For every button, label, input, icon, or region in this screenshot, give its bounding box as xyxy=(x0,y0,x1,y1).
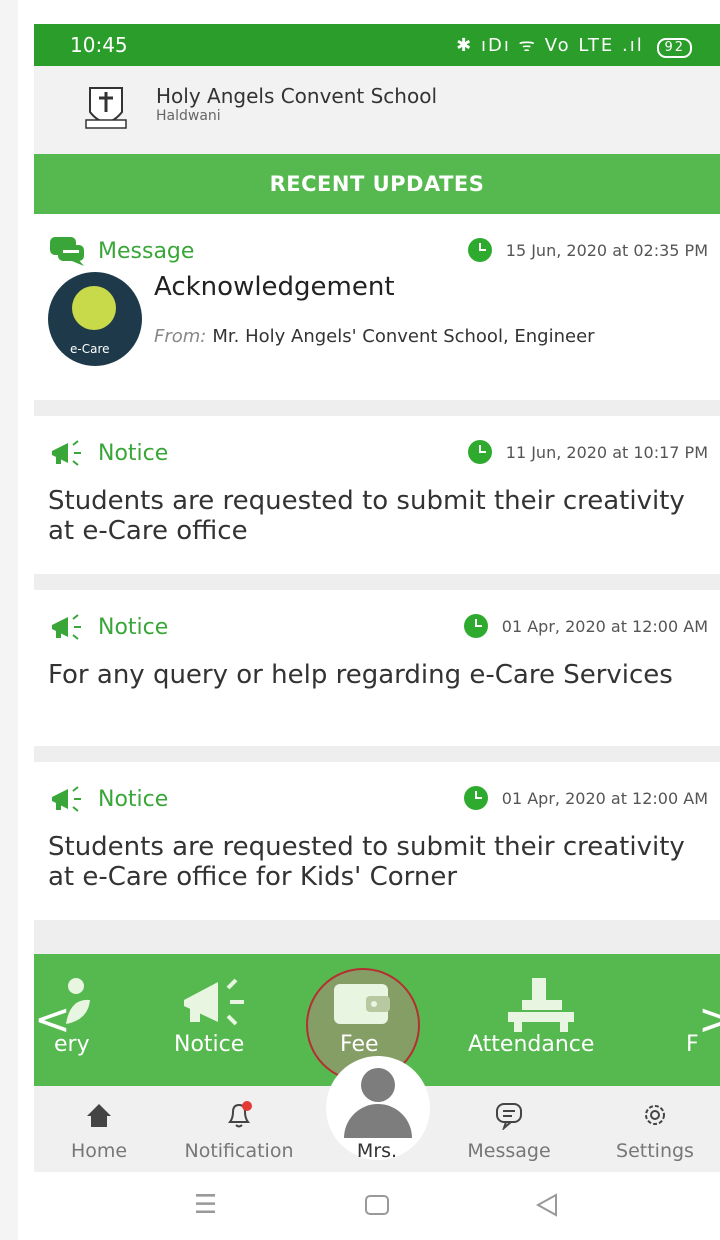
tab-label: Notification xyxy=(184,1140,294,1162)
ecare-logo-text: e-Care xyxy=(70,342,110,356)
menu-item-label: Notice xyxy=(174,1032,245,1057)
clock-icon xyxy=(463,786,488,810)
megaphone-icon xyxy=(52,786,81,812)
update-card-notice[interactable]: Notice 11 Jun, 2020 at 10:17 PM Students… xyxy=(34,416,720,574)
notice-text: For any query or help regarding e-Care S… xyxy=(48,660,673,690)
update-card-notice[interactable]: Notice 01 Apr, 2020 at 12:00 AM Students… xyxy=(34,762,720,920)
tab-label: Settings xyxy=(616,1140,694,1162)
tab-message[interactable]: Message xyxy=(444,1086,574,1172)
clock-icon xyxy=(467,238,492,262)
update-time: 01 Apr, 2020 at 12:00 AM xyxy=(463,786,708,810)
clock-icon xyxy=(463,614,488,638)
update-type: Notice xyxy=(48,782,168,816)
battery-icon: 92 xyxy=(657,38,692,58)
notice-text: Students are requested to submit their c… xyxy=(48,832,685,892)
menu-item-label: F xyxy=(686,1032,699,1057)
section-title: RECENT UPDATES xyxy=(34,154,720,214)
menu-item-label: ery xyxy=(54,1032,90,1057)
card-divider xyxy=(34,920,720,954)
menu-item-label: Attendance xyxy=(468,1032,595,1057)
update-datetime: 01 Apr, 2020 at 12:00 AM xyxy=(501,788,708,808)
megaphone-icon xyxy=(52,614,81,640)
bottom-tab-bar: Home Notification Mrs. Message Settings xyxy=(34,1056,720,1172)
update-type-label: Notice xyxy=(98,614,169,640)
update-time: 15 Jun, 2020 at 02:35 PM xyxy=(467,238,708,262)
tab-label: Message xyxy=(467,1140,551,1162)
phone-screen: 10:45 ✱ ıDı ᯤ Vo LTE .ıl 92 Holy Angels … xyxy=(0,0,720,1240)
school-name: Holy Angels Convent School xyxy=(156,84,438,108)
card-divider xyxy=(34,746,720,762)
update-time: 11 Jun, 2020 at 10:17 PM xyxy=(467,440,708,464)
bell-icon xyxy=(228,1101,252,1128)
school-crest-icon xyxy=(85,87,127,129)
update-type-label: Notice xyxy=(98,440,169,466)
tab-home[interactable]: Home xyxy=(34,1086,164,1172)
update-type-label: Notice xyxy=(98,786,169,812)
update-card-notice[interactable]: Notice 01 Apr, 2020 at 12:00 AM For any … xyxy=(34,590,720,746)
card-divider xyxy=(34,574,720,590)
recents-menu-icon[interactable]: ☰ xyxy=(194,1190,217,1220)
from-value: Mr. Holy Angels' Convent School, Enginee… xyxy=(212,326,595,347)
menu-item-label: Fee xyxy=(340,1032,379,1057)
update-datetime: 01 Apr, 2020 at 12:00 AM xyxy=(501,616,708,636)
ecare-logo: e-Care xyxy=(48,272,142,366)
gear-icon xyxy=(645,1105,665,1125)
notice-text: Students are requested to submit their c… xyxy=(48,486,685,546)
home-square-icon[interactable] xyxy=(364,1194,390,1216)
tab-settings[interactable]: Settings xyxy=(590,1086,720,1172)
menu-right-arrow[interactable]: > xyxy=(698,994,720,1045)
message-icon xyxy=(50,237,84,266)
status-time: 10:45 xyxy=(70,33,128,57)
update-datetime: 11 Jun, 2020 at 10:17 PM xyxy=(505,442,708,462)
system-nav-bar: ☰ xyxy=(34,1172,720,1240)
wallet-icon xyxy=(334,984,390,1024)
screen-edge xyxy=(0,0,18,1240)
update-type: Notice xyxy=(48,436,168,470)
status-icons: ✱ ıDı ᯤ Vo LTE .ıl 92 xyxy=(456,33,692,58)
tab-label: Home xyxy=(70,1140,128,1162)
update-type: Message xyxy=(48,234,194,268)
back-triangle-icon[interactable] xyxy=(534,1192,560,1218)
chat-icon xyxy=(496,1103,522,1130)
home-icon xyxy=(87,1104,111,1127)
status-bar: 10:45 ✱ ıDı ᯤ Vo LTE .ıl 92 xyxy=(34,24,720,66)
update-type-label: Message xyxy=(98,238,195,264)
school-header: Holy Angels Convent School Haldwani xyxy=(34,66,720,154)
card-divider xyxy=(34,400,720,416)
school-city: Haldwani xyxy=(156,108,221,124)
tab-profile[interactable]: Mrs. xyxy=(312,1056,442,1172)
megaphone-icon xyxy=(52,440,81,466)
message-title: Acknowledgement xyxy=(154,272,395,302)
update-card-message[interactable]: Message 15 Jun, 2020 at 02:35 PM e-Care … xyxy=(34,214,720,400)
megaphone-icon xyxy=(184,978,244,1026)
from-label: From: xyxy=(154,326,207,347)
message-from: From: Mr. Holy Angels' Convent School, En… xyxy=(154,326,595,347)
clock-icon xyxy=(467,440,492,464)
update-time: 01 Apr, 2020 at 12:00 AM xyxy=(463,614,708,638)
tab-label: Mrs. xyxy=(356,1140,398,1162)
update-type: Notice xyxy=(48,610,168,644)
attendance-icon xyxy=(508,978,574,1032)
update-datetime: 15 Jun, 2020 at 02:35 PM xyxy=(505,240,708,260)
gallery-icon xyxy=(66,978,90,1024)
status-indicators: ✱ ıDı ᯤ Vo LTE .ıl xyxy=(456,35,644,56)
tab-notification[interactable]: Notification xyxy=(174,1086,304,1172)
battery-level: 92 xyxy=(664,40,685,55)
